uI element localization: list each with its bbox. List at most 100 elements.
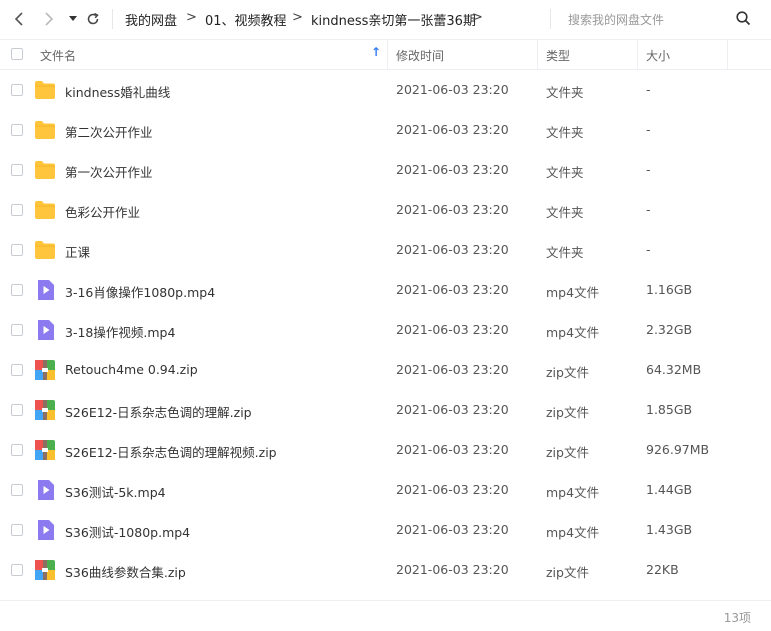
file-size: 1.43GB: [646, 522, 693, 537]
file-size: -: [646, 82, 651, 97]
search-input[interactable]: 搜索我的网盘文件: [568, 11, 664, 28]
item-count: 13项: [723, 611, 751, 625]
file-name[interactable]: 正课: [65, 242, 90, 261]
folder-icon: [35, 201, 55, 219]
file-list-header: 文件名 ↑ 修改时间 类型 大小: [0, 39, 771, 70]
folder-icon: [35, 161, 55, 179]
file-type: 文件夹: [546, 245, 584, 260]
file-size: 64.32MB: [646, 362, 702, 377]
file-name[interactable]: 第一次公开作业: [65, 162, 153, 181]
file-size: 22KB: [646, 562, 679, 577]
toolbar-divider: [112, 9, 113, 29]
column-header-modified[interactable]: 修改时间: [396, 47, 444, 64]
refresh-icon: [87, 12, 99, 25]
row-checkbox[interactable]: [11, 484, 23, 496]
row-checkbox[interactable]: [11, 164, 23, 176]
file-row[interactable]: S36曲线参数合集.zip 2021-06-03 23:20 zip文件 22KB: [0, 550, 771, 590]
breadcrumb-item-tutorials[interactable]: 01、视频教程: [205, 10, 287, 29]
row-checkbox[interactable]: [11, 124, 23, 136]
history-dropdown-button[interactable]: [63, 9, 83, 29]
row-checkbox[interactable]: [11, 404, 23, 416]
file-row[interactable]: Retouch4me 0.94.zip 2021-06-03 23:20 zip文件…: [0, 350, 771, 390]
video-file-icon: [35, 480, 55, 500]
file-modified: 2021-06-03 23:20: [396, 162, 509, 177]
breadcrumb-separator: >: [292, 10, 303, 25]
row-checkbox[interactable]: [11, 244, 23, 256]
folder-icon: [35, 81, 55, 99]
file-name[interactable]: S36测试-5k.mp4: [65, 482, 166, 501]
file-type: mp4文件: [546, 485, 600, 500]
file-type: zip文件: [546, 405, 589, 420]
file-type: 文件夹: [546, 165, 584, 180]
file-row[interactable]: 正课 2021-06-03 23:20 文件夹 -: [0, 230, 771, 270]
file-name[interactable]: Retouch4me 0.94.zip: [65, 362, 198, 377]
breadcrumb-separator: >: [186, 10, 197, 25]
row-checkbox[interactable]: [11, 324, 23, 336]
select-all-checkbox[interactable]: [11, 48, 23, 60]
breadcrumb-separator: >: [472, 10, 483, 25]
forward-button[interactable]: [39, 9, 59, 29]
column-divider[interactable]: [637, 40, 638, 69]
file-type: 文件夹: [546, 85, 584, 100]
file-row[interactable]: S36测试-5k.mp4 2021-06-03 23:20 mp4文件 1.44GB: [0, 470, 771, 510]
file-row[interactable]: 第一次公开作业 2021-06-03 23:20 文件夹 -: [0, 150, 771, 190]
file-row[interactable]: S36测试-1080p.mp4 2021-06-03 23:20 mp4文件 1.43…: [0, 510, 771, 550]
row-checkbox[interactable]: [11, 364, 23, 376]
file-size: 926.97MB: [646, 442, 710, 457]
file-modified: 2021-06-03 23:20: [396, 282, 509, 297]
refresh-button[interactable]: [83, 9, 103, 29]
folder-icon: [35, 121, 55, 139]
row-checkbox[interactable]: [11, 84, 23, 96]
file-type: mp4文件: [546, 325, 600, 340]
file-row[interactable]: S26E12-日系杂志色调的理解视频.zip 2021-06-03 23:20 zi…: [0, 430, 771, 470]
file-name[interactable]: S26E12-日系杂志色调的理解视频.zip: [65, 442, 277, 461]
file-row[interactable]: 3-16肖像操作1080p.mp4 2021-06-03 23:20 mp4文件 1.…: [0, 270, 771, 310]
zip-file-icon: [35, 360, 55, 380]
file-modified: 2021-06-03 23:20: [396, 442, 509, 457]
video-file-icon: [35, 320, 55, 340]
file-name[interactable]: S36测试-1080p.mp4: [65, 522, 190, 541]
row-checkbox[interactable]: [11, 444, 23, 456]
file-size: 2.32GB: [646, 322, 693, 337]
column-header-size[interactable]: 大小: [646, 47, 670, 64]
zip-file-icon: [35, 560, 55, 580]
file-modified: 2021-06-03 23:20: [396, 402, 509, 417]
file-name[interactable]: 3-16肖像操作1080p.mp4: [65, 282, 215, 301]
file-size: -: [646, 242, 651, 257]
file-type: mp4文件: [546, 525, 600, 540]
breadcrumb-item-root[interactable]: 我的网盘: [125, 10, 177, 29]
file-name[interactable]: 色彩公开作业: [65, 202, 140, 221]
column-header-name[interactable]: 文件名: [40, 47, 76, 64]
folder-icon: [35, 241, 55, 259]
toolbar: 我的网盘 > 01、视频教程 > kindness亲切第一张蕾36期 > 搜索我…: [0, 0, 771, 39]
search-icon[interactable]: [736, 11, 751, 26]
file-row[interactable]: 3-18操作视频.mp4 2021-06-03 23:20 mp4文件 2.32GB: [0, 310, 771, 350]
file-size: 1.85GB: [646, 402, 693, 417]
row-checkbox[interactable]: [11, 524, 23, 536]
file-name[interactable]: 3-18操作视频.mp4: [65, 322, 175, 341]
file-row[interactable]: kindness婚礼曲线 2021-06-03 23:20 文件夹 -: [0, 70, 771, 110]
chevron-left-icon: [14, 12, 23, 26]
row-checkbox[interactable]: [11, 564, 23, 576]
back-button[interactable]: [9, 9, 29, 29]
breadcrumb-item-current[interactable]: kindness亲切第一张蕾36期: [311, 10, 476, 29]
file-row[interactable]: 色彩公开作业 2021-06-03 23:20 文件夹 -: [0, 190, 771, 230]
file-name[interactable]: S26E12-日系杂志色调的理解.zip: [65, 402, 252, 421]
column-divider[interactable]: [727, 40, 728, 69]
file-name[interactable]: S36曲线参数合集.zip: [65, 562, 186, 581]
file-row[interactable]: S26E12-日系杂志色调的理解.zip 2021-06-03 23:20 zip文…: [0, 390, 771, 430]
column-divider[interactable]: [537, 40, 538, 69]
file-row[interactable]: 第二次公开作业 2021-06-03 23:20 文件夹 -: [0, 110, 771, 150]
file-type: mp4文件: [546, 285, 600, 300]
column-header-type[interactable]: 类型: [546, 47, 570, 64]
column-divider[interactable]: [387, 40, 388, 69]
file-name[interactable]: kindness婚礼曲线: [65, 82, 170, 101]
row-checkbox[interactable]: [11, 284, 23, 296]
sort-arrow-icon[interactable]: ↑: [371, 45, 381, 59]
file-modified: 2021-06-03 23:20: [396, 362, 509, 377]
video-file-icon: [35, 280, 55, 300]
file-name[interactable]: 第二次公开作业: [65, 122, 153, 141]
row-checkbox[interactable]: [11, 204, 23, 216]
chevron-right-icon: [45, 12, 54, 26]
file-modified: 2021-06-03 23:20: [396, 242, 509, 257]
